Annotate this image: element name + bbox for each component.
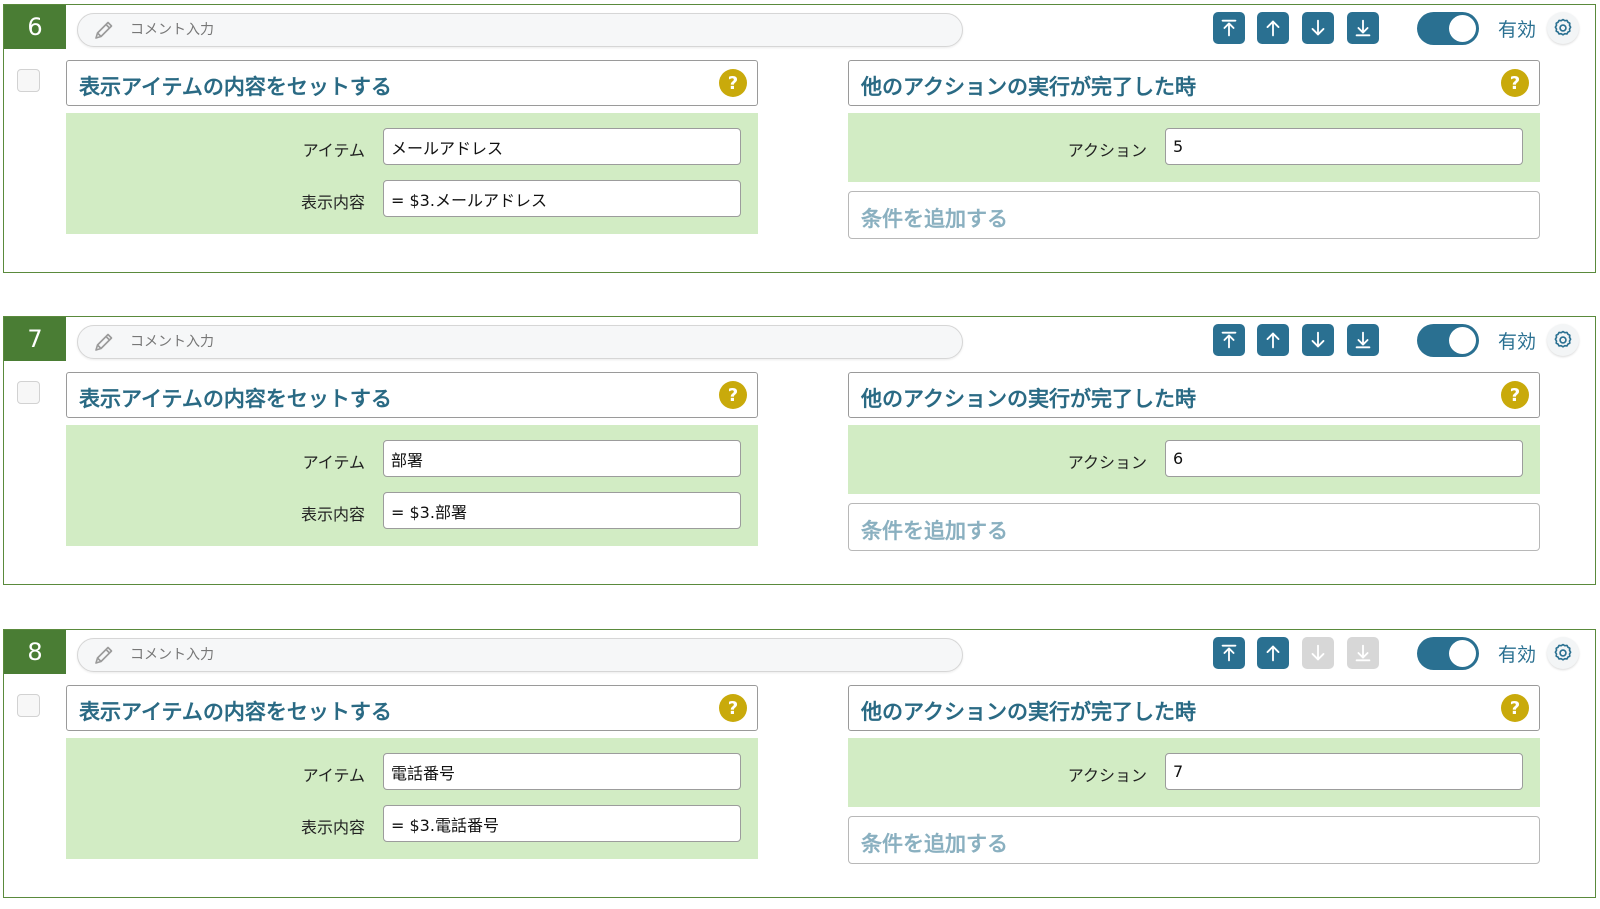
- toggle-knob: [1449, 640, 1476, 667]
- pencil-icon: [95, 646, 113, 664]
- enabled-toggle[interactable]: [1417, 12, 1479, 45]
- pencil-icon: [95, 21, 113, 39]
- trigger-action-field[interactable]: 7: [1165, 753, 1523, 790]
- item-field[interactable]: 部署: [383, 440, 741, 477]
- comment-input[interactable]: [130, 647, 930, 663]
- comment-field[interactable]: [77, 13, 963, 47]
- item-label: アイテム: [302, 453, 365, 472]
- settings-button[interactable]: [1547, 12, 1579, 44]
- action-title: 表示アイテムの内容をセットする: [79, 700, 392, 724]
- content-field[interactable]: = $3.メールアドレス: [383, 180, 741, 217]
- content-label: 表示内容: [300, 193, 365, 212]
- move-bottom-button[interactable]: [1347, 324, 1379, 356]
- add-condition-button[interactable]: 条件を追加する: [848, 816, 1540, 864]
- toggle-knob: [1449, 327, 1476, 354]
- action-title: 表示アイテムの内容をセットする: [79, 75, 392, 99]
- rule-number: 8: [4, 630, 66, 674]
- trigger-title: 他のアクションの実行が完了した時: [861, 387, 1196, 411]
- help-icon[interactable]: ?: [719, 694, 747, 722]
- move-down-button[interactable]: [1302, 12, 1334, 44]
- move-up-button[interactable]: [1257, 324, 1289, 356]
- add-condition-label: 条件を追加する: [861, 832, 1008, 856]
- action-header[interactable]: 表示アイテムの内容をセットする ?: [66, 685, 758, 731]
- move-up-icon: [1266, 645, 1280, 662]
- trigger-header[interactable]: 他のアクションの実行が完了した時 ?: [848, 685, 1540, 731]
- rule-select-checkbox[interactable]: [17, 381, 40, 404]
- move-down-icon: [1311, 331, 1325, 348]
- comment-field[interactable]: [77, 638, 963, 672]
- move-up-icon: [1266, 20, 1280, 37]
- move-top-icon: [1221, 644, 1237, 662]
- action-header[interactable]: 表示アイテムの内容をセットする ?: [66, 372, 758, 418]
- move-bottom-button[interactable]: [1347, 12, 1379, 44]
- comment-input[interactable]: [130, 22, 930, 38]
- move-top-button[interactable]: [1213, 324, 1245, 356]
- item-field[interactable]: 電話番号: [383, 753, 741, 790]
- action-header[interactable]: 表示アイテムの内容をセットする ?: [66, 60, 758, 106]
- move-top-button[interactable]: [1213, 637, 1245, 669]
- add-condition-label: 条件を追加する: [861, 519, 1008, 543]
- enabled-label: 有効: [1498, 644, 1537, 666]
- move-bottom-icon: [1355, 19, 1371, 37]
- move-up-button[interactable]: [1257, 12, 1289, 44]
- trigger-action-field[interactable]: 5: [1165, 128, 1523, 165]
- content-label: 表示内容: [300, 818, 365, 837]
- move-down-button[interactable]: [1302, 324, 1334, 356]
- item-label: アイテム: [302, 766, 365, 785]
- action-title: 表示アイテムの内容をセットする: [79, 387, 392, 411]
- trigger-title: 他のアクションの実行が完了した時: [861, 700, 1196, 724]
- trigger-action-field[interactable]: 6: [1165, 440, 1523, 477]
- enabled-toggle[interactable]: [1417, 324, 1479, 357]
- item-label: アイテム: [302, 141, 365, 160]
- rule-number: 6: [4, 5, 66, 49]
- trigger-action-label: アクション: [1067, 141, 1147, 160]
- settings-button[interactable]: [1547, 637, 1579, 669]
- move-down-icon: [1311, 644, 1325, 661]
- move-bottom-button: [1347, 637, 1379, 669]
- rule-card: 6 有効 表示アイテムの内容をセットする: [3, 4, 1596, 273]
- move-up-button[interactable]: [1257, 637, 1289, 669]
- content-label: 表示内容: [300, 505, 365, 524]
- move-down-icon: [1311, 19, 1325, 36]
- enabled-toggle[interactable]: [1417, 637, 1479, 670]
- help-icon[interactable]: ?: [719, 381, 747, 409]
- enabled-label: 有効: [1498, 19, 1537, 41]
- move-down-button: [1302, 637, 1334, 669]
- rule-select-checkbox[interactable]: [17, 69, 40, 92]
- item-field[interactable]: メールアドレス: [383, 128, 741, 165]
- rule-select-checkbox[interactable]: [17, 694, 40, 717]
- rule-number: 7: [4, 317, 66, 361]
- move-top-button[interactable]: [1213, 12, 1245, 44]
- comment-input[interactable]: [130, 334, 930, 350]
- gear-icon: [1554, 18, 1572, 36]
- gear-icon: [1554, 643, 1572, 661]
- trigger-title: 他のアクションの実行が完了した時: [861, 75, 1196, 99]
- trigger-header[interactable]: 他のアクションの実行が完了した時 ?: [848, 372, 1540, 418]
- add-condition-button[interactable]: 条件を追加する: [848, 191, 1540, 239]
- rule-card: 7 有効 表示アイテムの内容をセットする: [3, 316, 1596, 585]
- help-icon[interactable]: ?: [719, 69, 747, 97]
- move-up-icon: [1266, 332, 1280, 349]
- move-bottom-icon: [1355, 644, 1371, 662]
- add-condition-button[interactable]: 条件を追加する: [848, 503, 1540, 551]
- trigger-action-label: アクション: [1067, 766, 1147, 785]
- help-icon[interactable]: ?: [1501, 694, 1529, 722]
- enabled-label: 有効: [1498, 331, 1537, 353]
- add-condition-label: 条件を追加する: [861, 207, 1008, 231]
- rule-card: 8 有効 表示アイテムの内容をセットする: [3, 629, 1596, 898]
- trigger-action-label: アクション: [1067, 453, 1147, 472]
- move-bottom-icon: [1355, 331, 1371, 349]
- move-top-icon: [1221, 331, 1237, 349]
- toggle-knob: [1449, 15, 1476, 42]
- help-icon[interactable]: ?: [1501, 69, 1529, 97]
- comment-field[interactable]: [77, 325, 963, 359]
- trigger-header[interactable]: 他のアクションの実行が完了した時 ?: [848, 60, 1540, 106]
- move-top-icon: [1221, 19, 1237, 37]
- settings-button[interactable]: [1547, 324, 1579, 356]
- help-icon[interactable]: ?: [1501, 381, 1529, 409]
- content-field[interactable]: = $3.部署: [383, 492, 741, 529]
- pencil-icon: [95, 333, 113, 351]
- gear-icon: [1554, 330, 1572, 348]
- content-field[interactable]: = $3.電話番号: [383, 805, 741, 842]
